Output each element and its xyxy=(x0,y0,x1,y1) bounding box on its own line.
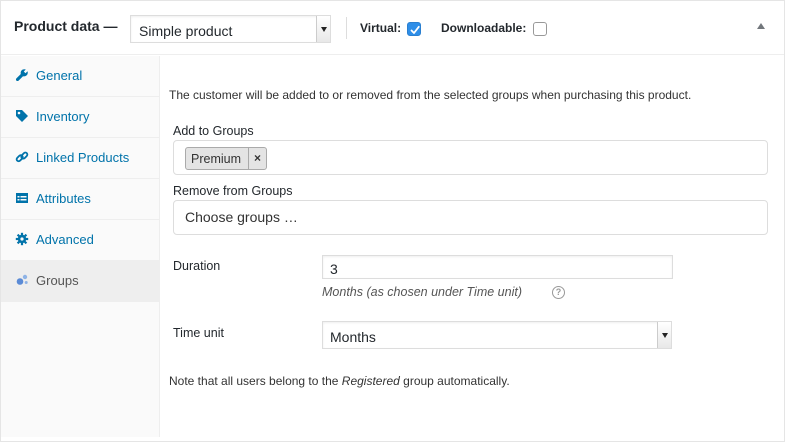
tab-groups[interactable]: Groups xyxy=(1,261,159,302)
time-unit-label: Time unit xyxy=(173,326,224,340)
product-data-panel: Product data — Simple product Virtual: D… xyxy=(0,0,785,442)
remove-groups-placeholder: Choose groups … xyxy=(185,209,298,225)
remove-from-groups-label: Remove from Groups xyxy=(173,184,293,198)
tab-label: Advanced xyxy=(36,232,94,247)
tab-label: General xyxy=(36,68,83,83)
link-icon xyxy=(15,151,29,163)
duration-hint: Months (as chosen under Time unit) xyxy=(322,285,522,299)
time-unit-select[interactable]: Months xyxy=(322,321,672,349)
tab-general[interactable]: General xyxy=(1,56,159,97)
tab-advanced[interactable]: Advanced xyxy=(1,220,159,261)
virtual-label: Virtual: xyxy=(360,21,402,35)
tab-attributes[interactable]: Attributes xyxy=(1,179,159,220)
product-type-value: Simple product xyxy=(139,23,233,39)
add-to-groups-label: Add to Groups xyxy=(173,124,254,138)
chevron-down-icon xyxy=(657,322,671,348)
checkmark-icon xyxy=(410,25,420,34)
tab-label: Linked Products xyxy=(36,150,130,165)
tab-label: Inventory xyxy=(36,109,90,124)
tag-icon xyxy=(16,110,28,122)
duration-input[interactable]: 3 xyxy=(322,255,673,279)
group-chip-label: Premium xyxy=(191,152,242,166)
chevron-down-icon xyxy=(316,16,330,42)
note-text-before: Note that all users belong to the xyxy=(169,374,342,388)
note-registered-emphasis: Registered xyxy=(341,374,400,388)
tab-linked-products[interactable]: Linked Products xyxy=(1,138,159,179)
gear-icon xyxy=(15,232,29,246)
groups-panel: The customer will be added to or removed… xyxy=(161,56,784,437)
downloadable-checkbox[interactable] xyxy=(533,22,547,36)
add-to-groups-field[interactable]: Premium × xyxy=(173,140,768,175)
duration-value: 3 xyxy=(330,261,338,277)
product-data-header: Product data — Simple product Virtual: D… xyxy=(1,1,784,55)
remove-chip-icon[interactable]: × xyxy=(248,148,266,169)
groups-description: The customer will be added to or removed… xyxy=(169,88,692,102)
group-chip: Premium × xyxy=(185,147,267,170)
tab-inventory[interactable]: Inventory xyxy=(1,97,159,138)
header-divider xyxy=(346,17,347,39)
note-text-after: group automatically. xyxy=(399,374,510,388)
panel-title: Product data — xyxy=(14,18,118,34)
registered-note: Note that all users belong to the Regist… xyxy=(169,374,510,388)
product-data-tabs: General Inventory Linked Products Attrib… xyxy=(1,56,160,437)
table-icon xyxy=(16,193,28,203)
virtual-checkbox[interactable] xyxy=(407,22,421,36)
tab-label: Groups xyxy=(36,273,79,288)
wrench-icon xyxy=(15,69,28,82)
product-type-select[interactable]: Simple product xyxy=(130,15,331,43)
collapse-toggle-icon[interactable] xyxy=(757,23,765,29)
downloadable-label: Downloadable: xyxy=(441,21,527,35)
help-icon[interactable]: ? xyxy=(552,286,565,299)
groups-icon xyxy=(16,274,28,285)
remove-from-groups-field[interactable]: Choose groups … xyxy=(173,200,768,235)
time-unit-value: Months xyxy=(330,329,376,345)
duration-label: Duration xyxy=(173,259,221,273)
tab-label: Attributes xyxy=(36,191,91,206)
